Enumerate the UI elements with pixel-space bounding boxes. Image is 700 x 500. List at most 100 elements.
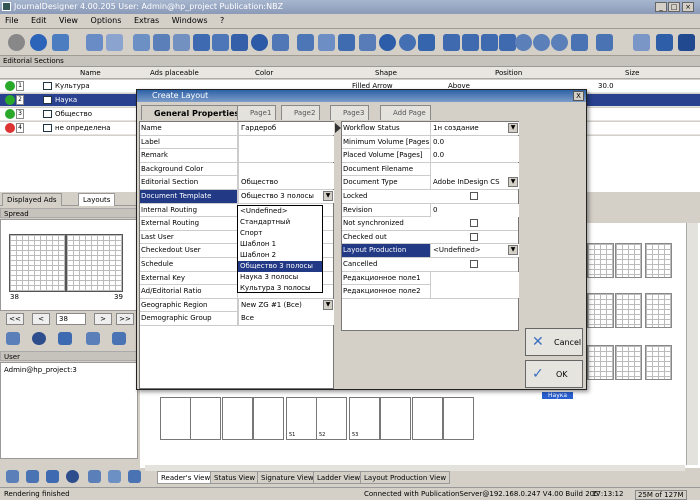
layout-page-thumb[interactable] <box>587 243 614 278</box>
name-input[interactable]: Гардероб <box>238 122 334 135</box>
editorial-field-2-input[interactable] <box>430 285 519 299</box>
first-spread-button[interactable]: << <box>6 313 24 325</box>
tab-ladder-view[interactable]: Ladder View <box>313 471 365 484</box>
prev-page-icon[interactable] <box>462 34 479 51</box>
exit-icon[interactable] <box>678 34 695 51</box>
bar-chart-icon[interactable] <box>318 34 335 51</box>
layout-page-thumb[interactable] <box>615 293 642 328</box>
prev-spread-button[interactable]: < <box>32 313 50 325</box>
editorial-section-input[interactable]: Общество <box>238 176 334 190</box>
zoom-fit-icon[interactable] <box>551 34 568 51</box>
tab-page2[interactable]: Page2 <box>281 105 321 120</box>
next-page-icon[interactable] <box>481 34 498 51</box>
undo-icon[interactable] <box>86 34 103 51</box>
col-name[interactable]: Name <box>80 69 101 77</box>
zoom-out-icon[interactable] <box>533 34 550 51</box>
dropdown-option[interactable]: Шаблон 1 <box>238 239 322 250</box>
chevron-down-icon[interactable]: ▼ <box>508 245 518 256</box>
locked-checkbox[interactable] <box>470 192 478 200</box>
cancelled-checkbox[interactable] <box>470 260 478 268</box>
tool-a-icon[interactable] <box>6 470 19 483</box>
close-icon[interactable]: × <box>682 2 694 12</box>
close-doc-icon[interactable] <box>30 34 47 51</box>
bottom-page[interactable] <box>443 397 474 440</box>
doc-icon[interactable] <box>86 332 100 345</box>
bottom-page[interactable] <box>253 397 284 440</box>
tab-displayed-ads[interactable]: Displayed Ads <box>2 193 62 206</box>
last-page-icon[interactable] <box>499 34 516 51</box>
menu-options[interactable]: Options <box>86 14 127 27</box>
tab-add-page[interactable]: Add Page <box>380 105 431 120</box>
cancel-button[interactable]: ✕ Cancel <box>525 328 583 356</box>
chevron-down-icon[interactable]: ▼ <box>323 299 333 310</box>
list-icon[interactable] <box>112 332 126 345</box>
ads-icon[interactable] <box>338 34 355 51</box>
bottom-page[interactable]: 52 <box>316 397 347 440</box>
minimum-volume-input[interactable]: 0.0 <box>430 135 519 149</box>
editorial-field-1-input[interactable] <box>430 271 519 285</box>
menu-edit[interactable]: Edit <box>26 14 52 27</box>
layout-page-thumb[interactable] <box>615 345 642 380</box>
tab-status-view[interactable]: Status View <box>210 471 260 484</box>
dropdown-option[interactable]: Шаблон 2 <box>238 250 322 261</box>
export-icon[interactable] <box>272 34 289 51</box>
bottom-page[interactable]: 51 <box>286 397 317 440</box>
col-ads-placeable[interactable]: Ads placeable <box>150 69 199 77</box>
bottom-page[interactable] <box>412 397 443 440</box>
ok-button[interactable]: ✓ OK <box>525 360 583 388</box>
document-icon[interactable] <box>297 34 314 51</box>
tab-signature-view[interactable]: Signature View <box>257 471 318 484</box>
globe-icon[interactable] <box>399 34 416 51</box>
dialog-close-icon[interactable]: X <box>573 91 584 101</box>
spread-page-input[interactable]: 38 <box>56 313 86 325</box>
document-template-select[interactable]: Общество 3 полосы ▼ <box>238 190 334 203</box>
column-icon[interactable] <box>418 34 435 51</box>
vertical-scrollbar[interactable] <box>686 223 698 465</box>
last-spread-button[interactable]: >> <box>116 313 134 325</box>
link-icon[interactable] <box>231 34 248 51</box>
check-icon[interactable] <box>58 332 72 345</box>
background-color-input[interactable] <box>238 162 334 176</box>
layout-page-thumb[interactable] <box>645 345 672 380</box>
menu-file[interactable]: File <box>0 14 23 27</box>
document-filename-input[interactable] <box>430 162 519 176</box>
bottom-page[interactable] <box>380 397 411 440</box>
dropdown-option[interactable]: Культура 3 полосы <box>238 283 322 294</box>
menu-help[interactable]: ? <box>215 14 229 27</box>
tool-e-icon[interactable] <box>88 470 101 483</box>
layout-page-thumb[interactable] <box>587 345 614 380</box>
view-icon[interactable] <box>6 332 20 345</box>
label-input[interactable] <box>238 135 334 149</box>
redo-icon[interactable] <box>106 34 123 51</box>
menu-extras[interactable]: Extras <box>129 14 164 27</box>
template-dropdown-list[interactable]: <Undefined> Стандартный Спорт Шаблон 1 Ш… <box>237 205 323 293</box>
dropdown-option-selected[interactable]: Общество 3 полосы <box>238 261 322 272</box>
col-shape[interactable]: Shape <box>375 69 397 77</box>
col-color[interactable]: Color <box>255 69 273 77</box>
layout-page-thumb[interactable] <box>645 293 672 328</box>
bottom-page[interactable]: 53 <box>349 397 380 440</box>
bottom-page[interactable] <box>222 397 253 440</box>
clock-icon[interactable] <box>251 34 268 51</box>
tab-readers-view[interactable]: Reader's View <box>157 471 215 484</box>
pages-icon[interactable] <box>173 34 190 51</box>
chevron-down-icon[interactable]: ▼ <box>323 191 333 201</box>
tab-layouts[interactable]: Layouts <box>78 193 116 206</box>
revision-input[interactable]: 0 <box>430 203 519 217</box>
dropdown-option[interactable]: Стандартный <box>238 217 322 228</box>
checked-out-checkbox[interactable] <box>470 232 478 241</box>
layout-page-thumb[interactable] <box>615 243 642 278</box>
layout-page-thumb[interactable] <box>587 293 614 328</box>
bottom-page[interactable] <box>160 397 191 440</box>
tab-page1[interactable]: Page1 <box>237 105 277 120</box>
remark-input[interactable] <box>238 149 334 163</box>
tab-layout-production-view[interactable]: Layout Production View <box>360 471 451 484</box>
tab-page3[interactable]: Page3 <box>330 105 370 120</box>
dropdown-option[interactable]: <Undefined> <box>238 206 322 217</box>
tools-icon[interactable] <box>656 34 673 51</box>
spread-right-page[interactable] <box>66 234 123 292</box>
tool-f-icon[interactable] <box>108 470 121 483</box>
layout-icon[interactable] <box>153 34 170 51</box>
menu-view[interactable]: View <box>54 14 83 27</box>
view-options-icon[interactable] <box>596 34 613 51</box>
